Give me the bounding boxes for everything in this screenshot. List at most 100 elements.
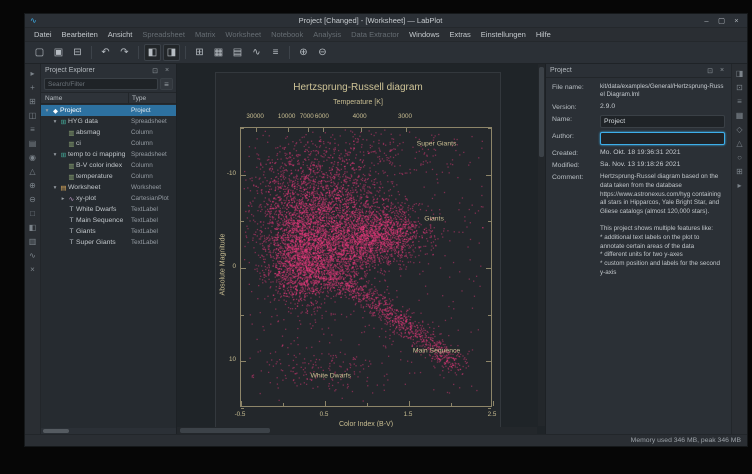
- worksheet-horizontal-scrollbar[interactable]: [177, 427, 537, 434]
- tree-row-main-sequence[interactable]: TMain SequenceTextLabel: [41, 215, 176, 226]
- tree-row-project[interactable]: ▾◆ProjectProject: [41, 105, 176, 116]
- author-input[interactable]: [600, 132, 725, 145]
- expander-icon[interactable]: ▾: [51, 185, 59, 191]
- plot-area[interactable]: [240, 127, 492, 407]
- dock-right-icon[interactable]: ◨: [734, 68, 746, 79]
- top-tick-label: 4000: [353, 113, 367, 120]
- scatter-canvas[interactable]: [241, 128, 493, 408]
- tree-row-temperature[interactable]: ▥temperatureColumn: [41, 171, 176, 182]
- new-spreadsheet-button[interactable]: ⊞: [191, 44, 208, 61]
- top-tick-label: 7000: [300, 113, 314, 120]
- properties-header-buttons: ⊡×: [705, 66, 727, 76]
- tree-column-headers[interactable]: Name Type: [41, 92, 176, 104]
- worksheet-view[interactable]: Hertzsprung-Russell diagram Temperature …: [177, 64, 545, 434]
- worksheet-vertical-scrollbar[interactable]: [538, 64, 545, 426]
- tree-item-name: Project: [60, 107, 128, 114]
- close-tool-icon[interactable]: ×: [27, 264, 39, 275]
- titlebar[interactable]: ∿ Project [Changed] - [Worksheet] — LabP…: [25, 14, 747, 28]
- zoom-out-button[interactable]: ⊖: [314, 44, 331, 61]
- tree-row-ci[interactable]: ▥ciColumn: [41, 138, 176, 149]
- tree-row-super-giants[interactable]: TSuper GiantsTextLabel: [41, 237, 176, 248]
- diamond-marker-icon[interactable]: ◇: [734, 124, 746, 135]
- explorer-scrollbar-thumb[interactable]: [43, 429, 69, 433]
- open-project-button[interactable]: ▣: [50, 44, 67, 61]
- tree-row-temp-to-ci-mapping[interactable]: ▾⊞temp to ci mappingSpreadsheet: [41, 149, 176, 160]
- search-input[interactable]: [44, 78, 158, 90]
- add-icon[interactable]: +: [27, 82, 39, 93]
- annotation-white-dwarfs[interactable]: White Dwarfs: [311, 373, 351, 380]
- curve-tool-icon[interactable]: ∿: [27, 250, 39, 261]
- zoom-in-tool-icon[interactable]: ⊕: [27, 180, 39, 191]
- tree-row-worksheet[interactable]: ▾▤WorksheetWorksheet: [41, 182, 176, 193]
- close-panel-button[interactable]: ×: [717, 66, 727, 76]
- tree-row-hyg-data[interactable]: ▾⊞HYG dataSpreadsheet: [41, 116, 176, 127]
- select-tool-icon[interactable]: ◉: [27, 152, 39, 163]
- name-input[interactable]: [600, 115, 725, 128]
- menu-ansicht[interactable]: Ansicht: [103, 30, 138, 39]
- new-notebook-button[interactable]: ≡: [267, 44, 284, 61]
- tree-row-xy-plot[interactable]: ▸∿xy-plotCartesianPlot: [41, 193, 176, 204]
- expander-icon[interactable]: ▾: [51, 152, 59, 158]
- maximize-button[interactable]: ▢: [716, 15, 727, 26]
- tree-row-absmag[interactable]: ▥absmagColumn: [41, 127, 176, 138]
- worksheet-tool-icon[interactable]: ▤: [27, 138, 39, 149]
- explorer-horizontal-scrollbar[interactable]: [41, 428, 176, 434]
- expander-icon[interactable]: ▸: [59, 196, 67, 202]
- zoom-out-tool-icon[interactable]: ⊖: [27, 194, 39, 205]
- worksheet-page[interactable]: Hertzsprung-Russell diagram Temperature …: [215, 72, 501, 434]
- new-project-button[interactable]: ▢: [31, 44, 48, 61]
- list-tool-icon[interactable]: ≡: [27, 124, 39, 135]
- grid-icon[interactable]: ▦: [734, 110, 746, 121]
- circle-marker-icon[interactable]: ○: [734, 152, 746, 163]
- tree-item-type: Column: [128, 173, 176, 180]
- float-panel-button[interactable]: ⊡: [150, 66, 160, 76]
- tree-item-name: B-V color index: [76, 162, 128, 169]
- menu-hilfe[interactable]: Hilfe: [531, 30, 556, 39]
- expander-icon[interactable]: ▾: [43, 108, 51, 114]
- toggle-properties-dock-button[interactable]: ◨: [163, 44, 180, 61]
- redo-button[interactable]: ↷: [116, 44, 133, 61]
- annotation-main-sequence[interactable]: Main Sequence: [413, 348, 460, 355]
- annotation-super-giants[interactable]: Super Giants: [417, 140, 457, 147]
- minimize-button[interactable]: –: [701, 15, 712, 26]
- shape-tool-icon[interactable]: △: [27, 166, 39, 177]
- expand-dock-icon[interactable]: ▸: [734, 180, 746, 191]
- tree-row-white-dwarfs[interactable]: TWhite DwarfsTextLabel: [41, 204, 176, 215]
- columns-tool-icon[interactable]: ▥: [27, 236, 39, 247]
- tree-row-b-v-color-index[interactable]: ▥B-V color indexColumn: [41, 160, 176, 171]
- menu-windows[interactable]: Windows: [404, 30, 444, 39]
- worksheet-hscrollbar-thumb[interactable]: [180, 428, 270, 433]
- dock-left-icon[interactable]: ◧: [27, 222, 39, 233]
- menu-bearbeiten[interactable]: Bearbeiten: [57, 30, 103, 39]
- menu-datei[interactable]: Datei: [29, 30, 57, 39]
- spreadsheet-tool-icon[interactable]: ⊞: [27, 96, 39, 107]
- triangle-marker-icon[interactable]: △: [734, 138, 746, 149]
- toggle-project-explorer-button[interactable]: ◧: [144, 44, 161, 61]
- x-tick-label: 0.5: [320, 411, 329, 418]
- annotation-giants[interactable]: Giants: [424, 216, 444, 223]
- float-dock-icon[interactable]: ⊡: [734, 82, 746, 93]
- menu-icon[interactable]: ≡: [734, 96, 746, 107]
- close-panel-button[interactable]: ×: [162, 66, 172, 76]
- save-project-button[interactable]: ⊟: [69, 44, 86, 61]
- column-header-type[interactable]: Type: [128, 93, 176, 103]
- worksheet-vscrollbar-thumb[interactable]: [539, 67, 544, 157]
- zoom-in-button[interactable]: ⊕: [295, 44, 312, 61]
- split-view-icon[interactable]: ◫: [27, 110, 39, 121]
- add-panel-icon[interactable]: ⊞: [734, 166, 746, 177]
- undo-button[interactable]: ↶: [97, 44, 114, 61]
- float-panel-button[interactable]: ⊡: [705, 66, 715, 76]
- new-matrix-button[interactable]: ▦: [210, 44, 227, 61]
- new-plot-button[interactable]: ∿: [248, 44, 265, 61]
- tree-row-giants[interactable]: TGiantsTextLabel: [41, 226, 176, 237]
- filter-options-button[interactable]: ≡: [160, 78, 173, 90]
- menu-extras[interactable]: Extras: [445, 30, 476, 39]
- collapse-dock-icon[interactable]: ▸: [27, 68, 39, 79]
- column-header-name[interactable]: Name: [41, 93, 128, 103]
- menu-einstellungen[interactable]: Einstellungen: [476, 30, 531, 39]
- close-button[interactable]: ×: [731, 15, 742, 26]
- expander-icon[interactable]: ▾: [51, 119, 59, 125]
- new-worksheet-button[interactable]: ▤: [229, 44, 246, 61]
- rect-select-tool-icon[interactable]: □: [27, 208, 39, 219]
- toolbar-separator: [185, 46, 186, 59]
